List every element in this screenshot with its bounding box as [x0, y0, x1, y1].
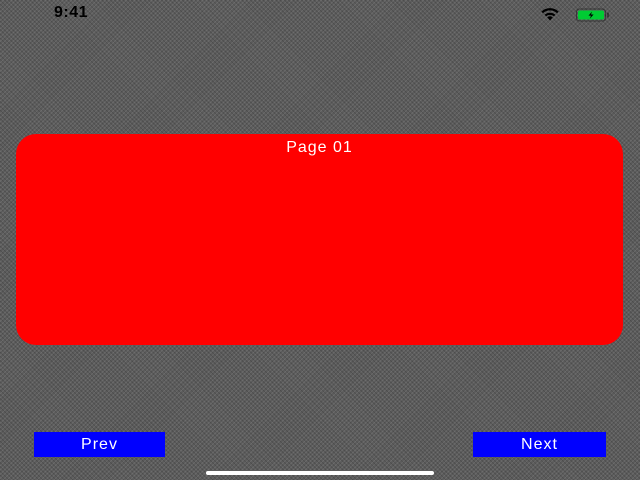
battery-icon: [576, 8, 609, 22]
page-card[interactable]: Page 01: [16, 134, 623, 345]
status-bar: 9:41: [0, 0, 640, 28]
page-title: Page 01: [286, 139, 353, 156]
status-time: 9:41: [54, 4, 89, 21]
wifi-icon: [541, 8, 559, 21]
home-indicator[interactable]: [206, 471, 434, 475]
next-button[interactable]: Next: [473, 432, 606, 457]
prev-button[interactable]: Prev: [34, 432, 165, 457]
